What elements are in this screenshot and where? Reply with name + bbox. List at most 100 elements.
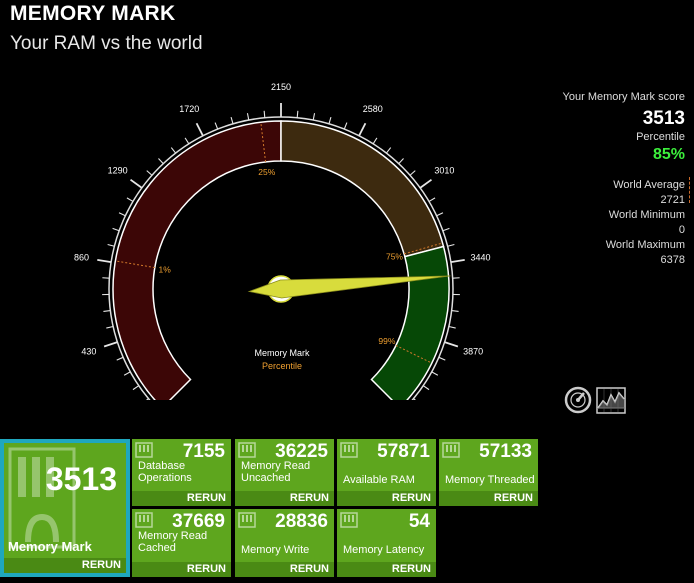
gauge-major-tick [419,178,433,189]
gauge-major-tick [195,122,204,137]
tile-memory-read-uncached[interactable]: 36225 Memory Read Uncached RERUN [235,439,334,506]
world-average-marker [689,177,690,203]
tile-database-operations[interactable]: 7155 Database Operations RERUN [132,439,231,506]
rerun-button[interactable]: RERUN [235,491,334,506]
gauge-tick-label: 3010 [434,165,454,175]
gauge-tick-label: 2580 [363,104,383,114]
gauge-tick-label: 430 [81,346,96,356]
rerun-button[interactable]: RERUN [439,491,538,506]
speedometer-gauge: 043086012901720215025803010344038704300 … [74,82,491,400]
world-minimum-label: World Minimum [608,209,685,221]
gauge-minor-tick [447,243,455,247]
gauge-center-title: Memory Mark [254,348,310,358]
gauge-minor-tick [436,212,444,217]
gauge-center-subtitle: Percentile [262,361,302,371]
gauge-minor-tick [312,113,316,121]
memory-chip-icon [442,442,460,458]
tile-value: 57871 [377,441,430,462]
gauge-minor-tick [126,197,134,202]
percentile-value: 85% [652,146,685,163]
memory-chip-icon [238,512,256,528]
tile-memory-latency[interactable]: 54 Memory Latency RERUN [337,509,436,577]
tile-label: Database Operations [138,460,192,484]
gauge-minor-tick [296,110,299,118]
gauge-minor-tick [431,371,439,376]
memory-chip-icon [340,512,358,528]
gauge-minor-tick [146,170,153,176]
rerun-button[interactable]: RERUN [337,562,436,577]
gauge-icon[interactable] [564,386,592,414]
tile-value: 28836 [275,511,328,532]
memory-chip-icon [135,512,153,528]
gauge-minor-tick [398,158,404,164]
gauge-minor-tick [422,385,430,391]
memory-chip-icon [340,442,358,458]
rerun-button[interactable]: RERUN [235,562,334,577]
gauge-tick-label: 860 [74,252,89,262]
memory-chip-icon [238,442,256,458]
gauge-minor-tick [118,212,126,217]
gauge-minor-tick [372,137,378,145]
memory-mark-rerun-button[interactable]: RERUN [4,558,126,573]
rerun-button[interactable]: RERUN [132,491,231,506]
gauge-minor-tick [442,227,450,232]
gauge-minor-tick [112,227,120,232]
gauge-minor-tick [132,385,140,391]
gauge-tick-label: 1290 [108,165,128,175]
memory-mark-tile[interactable]: 3513 Memory Mark RERUN [0,439,130,577]
gauge-minor-tick [328,116,332,124]
gauge-tick-label: 2150 [271,82,291,92]
tile-label: Available RAM [343,474,415,486]
gauge-minor-tick [123,371,131,376]
tile-memory-write[interactable]: 28836 Memory Write RERUN [235,509,334,577]
tile-label: Memory Latency [343,544,425,556]
gauge-minor-tick [409,170,416,176]
gauge-minor-tick [158,158,164,164]
tile-available-ram[interactable]: 57871 Available RAM RERUN [337,439,436,506]
memory-mark-label: Memory Mark [8,539,92,554]
percentile-label: Percentile [636,131,685,143]
rerun-button[interactable]: RERUN [132,562,231,577]
gauge-minor-tick [184,137,190,145]
tile-memory-threaded[interactable]: 57133 Memory Threaded RERUN [439,439,538,506]
gauge-minor-tick [343,122,348,130]
gauge-major-tick [358,122,367,137]
gauge-minor-tick [230,116,234,124]
score-value: 3513 [642,108,685,129]
gauge-major-tick [129,178,143,189]
world-minimum-value: 0 [678,224,685,236]
gauge-zone [280,120,445,258]
gauge-minor-tick [263,110,266,118]
tile-label: Memory Threaded [445,474,535,486]
gauge-tick-label: 3870 [463,346,483,356]
tile-label: Memory Write [241,544,310,556]
gauge-minor-tick [106,325,114,329]
gauge-minor-tick [214,122,219,130]
gauge-major-tick [97,259,112,263]
memory-mark-value: 3513 [45,461,117,497]
gauge-minor-tick [413,398,417,400]
gauge-minor-tick [107,243,115,247]
world-maximum-value: 6378 [660,254,685,266]
tile-memory-read-cached[interactable]: 37669 Memory Read Cached RERUN [132,509,231,577]
rerun-button[interactable]: RERUN [337,491,436,506]
world-average-label: World Average [613,179,685,191]
percentile-marker-label: 25% [258,167,275,177]
tile-value: 54 [408,511,430,532]
gauge-minor-tick [438,356,446,361]
world-maximum-label: World Maximum [605,239,685,251]
gauge-minor-tick [116,356,124,361]
gauge-minor-tick [451,310,459,312]
gauge-zone [370,245,450,400]
chart-icon[interactable] [596,387,626,414]
gauge-minor-tick [145,398,149,400]
score-label: Your Memory Mark score [562,91,685,103]
gauge-major-tick [444,341,459,348]
gauge-tick-label: 3440 [470,252,490,262]
gauge-minor-tick [103,310,111,312]
gauge-minor-tick [246,113,250,121]
percentile-marker-label: 99% [378,336,395,346]
percentile-marker-label: 1% [159,264,172,274]
gauge-tick-label: 1720 [179,104,199,114]
gauge-minor-tick [385,147,392,154]
